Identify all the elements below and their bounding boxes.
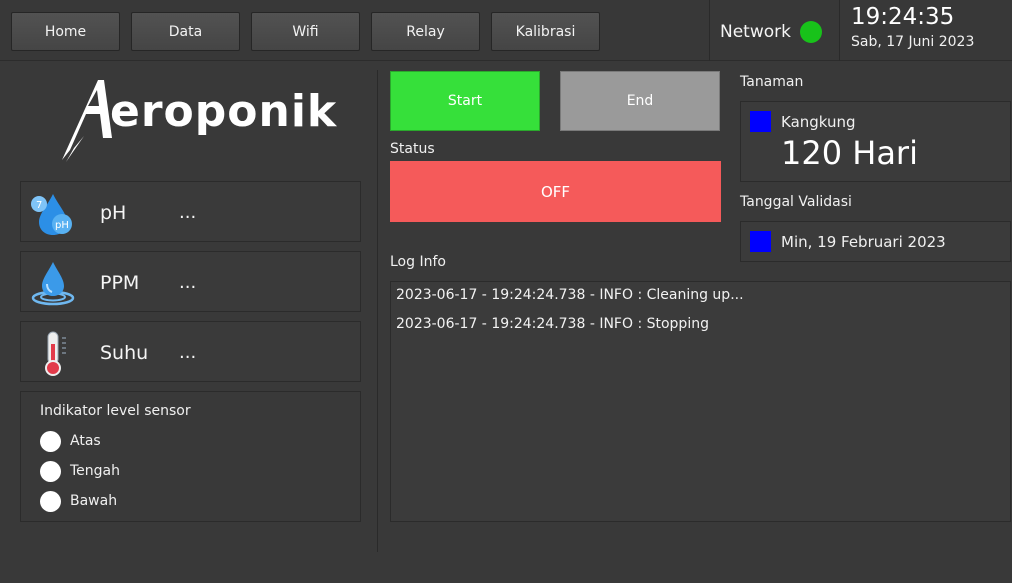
sensor-value: ... xyxy=(179,342,197,363)
plant-days: 120 Hari xyxy=(781,134,918,172)
thermometer-icon xyxy=(45,331,66,376)
nav-home-button[interactable]: Home xyxy=(11,12,120,51)
sensor-value: ... xyxy=(179,272,197,293)
level-indicator-dot xyxy=(40,461,61,482)
plant-panel: Kangkung 120 Hari xyxy=(740,101,1011,182)
validation-panel: Min, 19 Februari 2023 xyxy=(740,221,1011,262)
clock-time: 19:24:35 xyxy=(851,4,955,30)
plant-color-swatch xyxy=(750,111,771,132)
level-sensor-title: Indikator level sensor xyxy=(40,403,191,419)
sensor-name: Suhu xyxy=(100,342,149,364)
sensor-name: PPM xyxy=(100,272,140,294)
topbar-divider xyxy=(839,0,840,61)
plant-name: Kangkung xyxy=(781,113,856,131)
clock-date: Sab, 17 Juni 2023 xyxy=(851,34,975,50)
log-line: 2023-06-17 - 19:24:24.738 - INFO : Clean… xyxy=(396,287,744,303)
level-sensor-panel: Indikator level sensor Atas Tengah Bawah xyxy=(20,391,361,522)
sensor-card-ph: 7 pH pH ... xyxy=(20,181,361,242)
svg-text:pH: pH xyxy=(55,220,69,231)
network-status-indicator xyxy=(800,21,822,43)
nav-relay-button[interactable]: Relay xyxy=(371,12,480,51)
level-indicator-label: Bawah xyxy=(70,493,118,509)
top-bar: Home Data Wifi Relay Kalibrasi Network 1… xyxy=(0,0,1012,61)
level-indicator-dot xyxy=(40,491,61,512)
nav-data-button[interactable]: Data xyxy=(131,12,240,51)
nav-wifi-button[interactable]: Wifi xyxy=(251,12,360,51)
validation-date: Min, 19 Februari 2023 xyxy=(781,233,946,251)
plant-label: Tanaman xyxy=(740,74,804,90)
nav-kalibrasi-button[interactable]: Kalibrasi xyxy=(491,12,600,51)
log-line: 2023-06-17 - 19:24:24.738 - INFO : Stopp… xyxy=(396,316,709,332)
sensor-name: pH xyxy=(100,202,127,224)
log-label: Log Info xyxy=(390,254,446,270)
network-label: Network xyxy=(720,22,791,42)
svg-text:7: 7 xyxy=(36,200,42,211)
sensor-card-ppm: PPM ... xyxy=(20,251,361,312)
water-drop-icon xyxy=(31,262,75,306)
topbar-divider xyxy=(709,0,710,61)
validation-color-swatch xyxy=(750,231,771,252)
ph-drop-icon: 7 pH xyxy=(31,194,72,235)
sensor-card-suhu: Suhu ... xyxy=(20,321,361,382)
end-button[interactable]: End xyxy=(560,71,720,131)
level-indicator-label: Atas xyxy=(70,433,101,449)
column-divider xyxy=(377,70,378,552)
status-indicator: OFF xyxy=(390,161,721,222)
sensor-value: ... xyxy=(179,202,197,223)
validation-label: Tanggal Validasi xyxy=(740,194,852,210)
log-view[interactable]: 2023-06-17 - 19:24:24.738 - INFO : Clean… xyxy=(390,281,1011,522)
level-indicator-label: Tengah xyxy=(70,463,120,479)
status-label: Status xyxy=(390,141,435,157)
start-button[interactable]: Start xyxy=(390,71,540,131)
level-indicator-dot xyxy=(40,431,61,452)
logo-text: eroponik xyxy=(110,86,338,137)
